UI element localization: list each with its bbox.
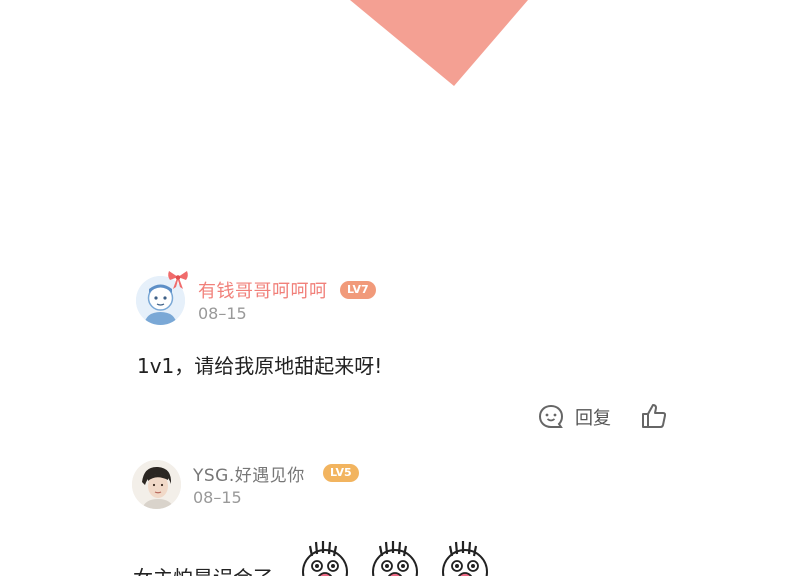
reply-button[interactable]: 回复 [537,402,611,432]
bow-decoration-icon [168,271,188,289]
username[interactable]: 有钱哥哥呵呵呵 [198,277,328,303]
like-button[interactable] [640,402,668,430]
comment-date: 08–15 [193,488,242,507]
reply-label: 回复 [575,408,611,429]
avatar[interactable] [132,460,181,509]
sticker-row [296,538,494,576]
comment-date: 08–15 [198,304,247,323]
comment-text: 1v1，请给我原地甜起来呀! [137,354,383,378]
shocked-face-sticker [372,541,418,576]
decorative-triangle [350,0,528,86]
comment-bubble-icon [538,404,564,428]
thumbs-up-icon [642,404,667,428]
level-badge: LV7 [340,281,376,299]
shocked-face-sticker [442,541,488,576]
comment-text: 女主怕是误会了 [133,562,273,576]
shocked-face-sticker [302,541,348,576]
username[interactable]: YSG.好遇见你 [193,461,305,486]
user-photo-avatar [132,460,181,509]
level-badge: LV5 [323,464,359,482]
